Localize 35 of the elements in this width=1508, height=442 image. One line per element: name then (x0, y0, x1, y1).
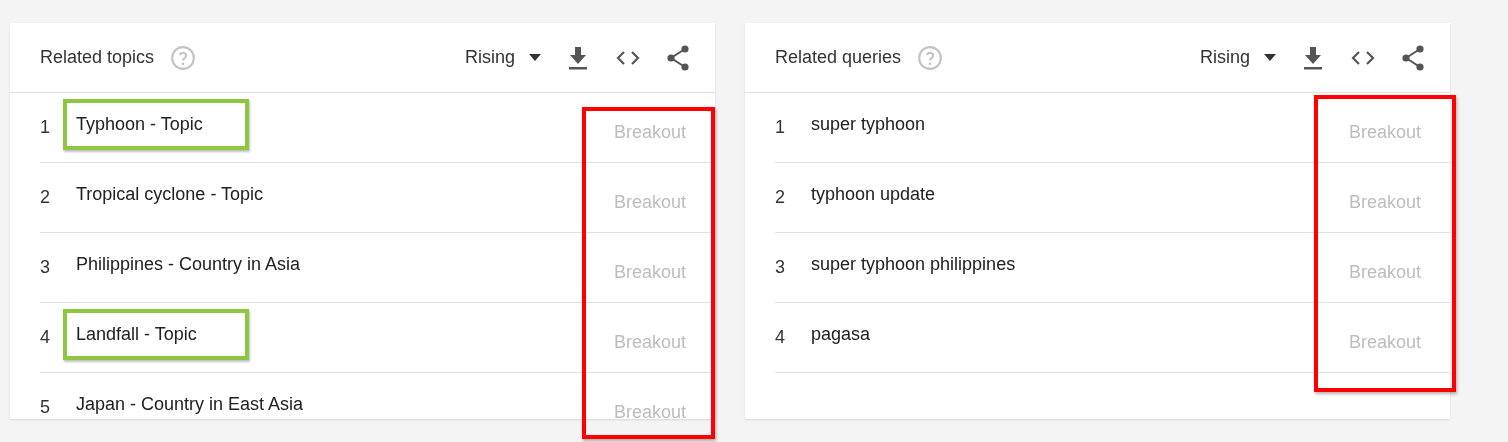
item-value: Breakout (1348, 122, 1422, 143)
rank-number: 1 (775, 117, 786, 138)
rank-number: 4 (40, 327, 51, 348)
rank-number: 3 (775, 257, 786, 278)
item-label[interactable]: super typhoon philippines (798, 239, 1020, 290)
item-label[interactable]: Tropical cyclone - Topic (63, 169, 268, 220)
item-label[interactable]: Landfall - Topic (63, 309, 249, 360)
item-value: Breakout (1348, 262, 1422, 283)
item-label[interactable]: Typhoon - Topic (63, 99, 249, 150)
panel-title: Related queries (775, 47, 902, 68)
panel-title: Related topics (40, 47, 155, 68)
item-value: Breakout (613, 262, 687, 283)
item-value: Breakout (613, 332, 687, 353)
share-icon[interactable] (665, 44, 691, 71)
item-value: Breakout (1348, 332, 1422, 353)
item-value: Breakout (613, 402, 687, 423)
rank-number: 5 (40, 397, 51, 418)
item-label[interactable]: pagasa (798, 309, 875, 360)
item-value: Breakout (613, 122, 687, 143)
rank-number: 2 (775, 187, 786, 208)
item-value: Breakout (613, 192, 687, 213)
item-value: Breakout (1348, 192, 1422, 213)
rank-number: 3 (40, 257, 51, 278)
item-label[interactable]: Philippines - Country in Asia (63, 239, 305, 290)
item-label[interactable]: super typhoon (798, 99, 930, 150)
filter-dropdown[interactable]: Rising (1199, 47, 1276, 68)
rank-number: 1 (40, 117, 51, 138)
caret-icon (529, 54, 541, 61)
item-label[interactable]: Japan - Country in East Asia (63, 379, 308, 430)
rank-number: 2 (40, 187, 51, 208)
caret-icon (1264, 54, 1276, 61)
share-icon[interactable] (1400, 44, 1426, 71)
filter-dropdown[interactable]: Rising (464, 47, 541, 68)
rank-number: 4 (775, 327, 786, 348)
item-label[interactable]: typhoon update (798, 169, 940, 220)
